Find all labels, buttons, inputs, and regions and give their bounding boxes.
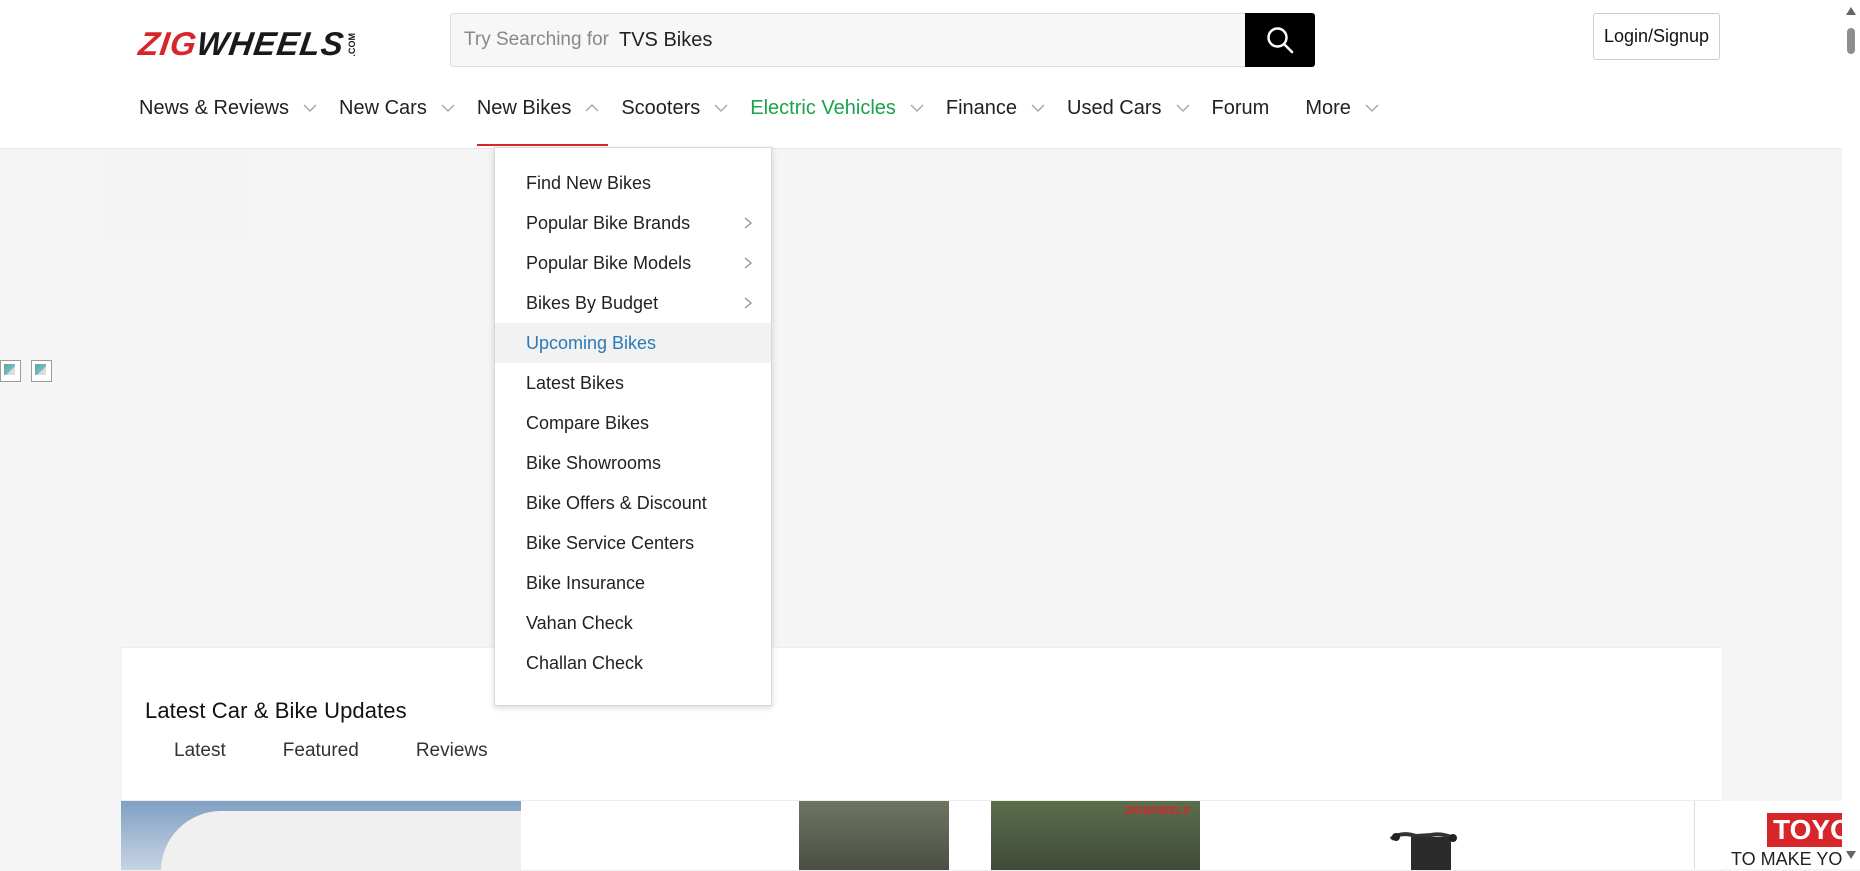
nav-label: Used Cars — [1067, 97, 1162, 119]
tab-latest[interactable]: Latest — [174, 740, 226, 762]
nav-label: More — [1305, 97, 1351, 119]
menu-item-vahan-check[interactable]: Vahan Check — [495, 603, 771, 643]
chevron-right-icon — [744, 297, 753, 309]
logo-zig: ZIG — [136, 25, 200, 62]
chevron-down-icon — [1365, 104, 1379, 113]
nav-finance[interactable]: Finance — [946, 88, 1045, 148]
search-icon — [1267, 27, 1294, 54]
menu-item-find-new-bikes[interactable]: Find New Bikes — [495, 163, 771, 203]
broken-image — [0, 360, 21, 382]
chevron-down-icon — [1031, 104, 1045, 113]
menu-item-bike-showrooms[interactable]: Bike Showrooms — [495, 443, 771, 483]
ad-text: TO MAKE YOU — [1731, 849, 1843, 869]
menu-item-popular-bike-brands[interactable]: Popular Bike Brands — [495, 203, 771, 243]
nav-label: New Cars — [339, 97, 427, 119]
tab-featured[interactable]: Featured — [283, 740, 359, 762]
motorcycle-image — [1389, 832, 1457, 870]
nav-new-bikes[interactable]: New Bikes — [476, 88, 609, 148]
chevron-right-icon — [744, 217, 753, 229]
search-label: Try Searching for — [464, 29, 610, 50]
nav-scooters[interactable]: Scooters — [621, 88, 728, 148]
chevron-down-icon — [441, 104, 455, 113]
scrollbar-thumb[interactable] — [1847, 28, 1855, 54]
scroll-up-arrow-icon[interactable] — [1845, 6, 1857, 16]
menu-item-bike-offers[interactable]: Bike Offers & Discount — [495, 483, 771, 523]
site-header: ZIGWHEELS .COM Try Searching for Login/S… — [0, 0, 1842, 149]
chevron-up-icon — [585, 103, 599, 112]
nav-label: News & Reviews — [139, 97, 290, 119]
nav-used-cars[interactable]: Used Cars — [1067, 88, 1190, 148]
broken-image — [31, 360, 52, 382]
tab-reviews[interactable]: Reviews — [416, 740, 488, 762]
updates-tabs: Latest Featured Reviews — [174, 740, 545, 762]
menu-item-label: Bikes By Budget — [526, 293, 659, 313]
search-button[interactable] — [1245, 13, 1315, 67]
nav-forum[interactable]: Forum — [1212, 88, 1270, 148]
article-thumbnail[interactable] — [121, 801, 521, 870]
search-input[interactable] — [609, 14, 1245, 66]
logo-wheels: WHEELS — [194, 25, 347, 62]
chevron-right-icon — [744, 257, 753, 269]
menu-item-latest-bikes[interactable]: Latest Bikes — [495, 363, 771, 403]
menu-item-bike-service-centers[interactable]: Bike Service Centers — [495, 523, 771, 563]
menu-item-bikes-by-budget[interactable]: Bikes By Budget — [495, 283, 771, 323]
thumbnail-watermark: ZIGWHEELS — [1124, 805, 1190, 817]
nav-label: Finance — [945, 97, 1018, 119]
chevron-down-icon — [303, 104, 317, 113]
article-thumbnail[interactable]: ZIGWHEELS — [991, 801, 1200, 870]
article-thumbnails: ZIGWHEELS — [121, 800, 1721, 870]
article-thumbnail[interactable] — [799, 801, 949, 870]
ad-brand: TOYO — [1767, 813, 1843, 847]
main-nav: News & Reviews New Cars New Bikes Scoote… — [139, 88, 1379, 148]
menu-item-upcoming-bikes[interactable]: Upcoming Bikes — [495, 323, 771, 363]
search-bar: Try Searching for — [450, 13, 1315, 67]
logo-com: .COM — [347, 32, 358, 57]
menu-item-challan-check[interactable]: Challan Check — [495, 643, 771, 683]
scrollbar-track[interactable] — [1842, 0, 1860, 869]
nav-label: Scooters — [621, 97, 701, 119]
menu-item-bike-insurance[interactable]: Bike Insurance — [495, 563, 771, 603]
menu-item-label: Popular Bike Models — [526, 253, 692, 273]
article-thumbnail[interactable] — [1361, 801, 1491, 870]
zigwheels-logo[interactable]: ZIGWHEELS .COM — [136, 25, 358, 62]
new-bikes-dropdown: Find New Bikes Popular Bike Brands Popul… — [494, 147, 772, 706]
nav-electric-vehicles[interactable]: Electric Vehicles — [750, 88, 924, 148]
login-signup-button[interactable]: Login/Signup — [1593, 13, 1720, 60]
placeholder-block — [103, 150, 248, 240]
nav-new-cars[interactable]: New Cars — [339, 88, 455, 148]
menu-item-compare-bikes[interactable]: Compare Bikes — [495, 403, 771, 443]
nav-label: Electric Vehicles — [750, 97, 896, 119]
nav-news-reviews[interactable]: News & Reviews — [139, 88, 317, 148]
nav-more[interactable]: More — [1305, 88, 1379, 148]
chevron-down-icon — [714, 104, 728, 113]
nav-label: New Bikes — [476, 97, 572, 119]
advertisement[interactable]: TOYO TO MAKE YOU — [1694, 801, 1843, 869]
updates-title: Latest Car & Bike Updates — [145, 698, 407, 723]
menu-item-popular-bike-models[interactable]: Popular Bike Models — [495, 243, 771, 283]
menu-item-label: Popular Bike Brands — [526, 213, 691, 233]
scroll-down-arrow-icon[interactable] — [1845, 850, 1857, 860]
chevron-down-icon — [910, 104, 924, 113]
nav-label: Forum — [1211, 97, 1270, 119]
chevron-down-icon — [1176, 104, 1190, 113]
